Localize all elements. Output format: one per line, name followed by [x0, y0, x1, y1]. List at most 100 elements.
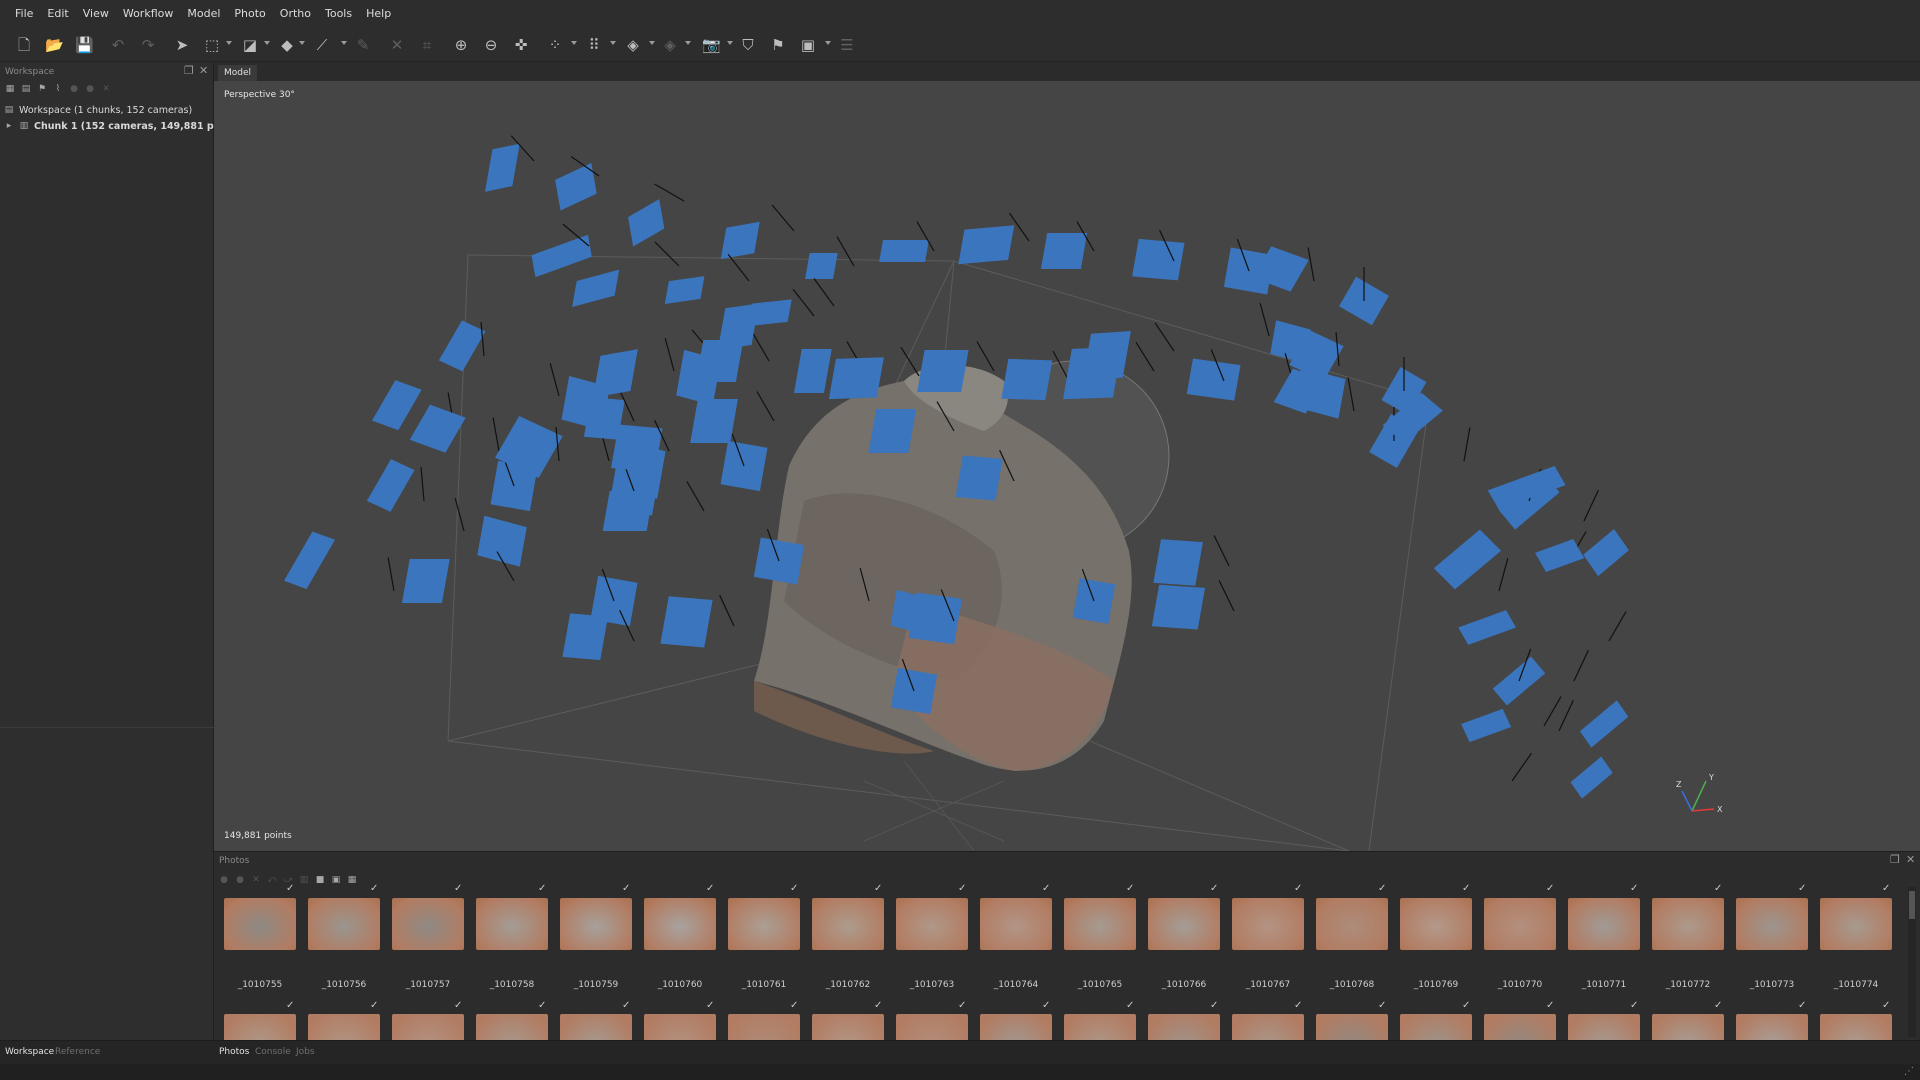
photo-thumbnail[interactable] — [644, 1014, 716, 1040]
camera-plane[interactable] — [1583, 528, 1629, 577]
cursor-icon[interactable]: ➤ — [173, 36, 191, 54]
view-mode-icon[interactable]: ▦ — [347, 875, 357, 885]
camera-plane[interactable] — [1579, 700, 1629, 748]
photo-thumbnail[interactable] — [560, 1014, 632, 1040]
photo-thumbnail[interactable] — [1568, 1014, 1640, 1040]
mask-icon[interactable]: ■ — [315, 875, 325, 885]
camera-plane[interactable] — [583, 397, 625, 440]
open-folder-icon[interactable]: 📂 — [45, 36, 64, 54]
close-icon[interactable]: ✕ — [199, 64, 208, 77]
photo-thumbnail[interactable] — [392, 898, 464, 950]
menu-ortho[interactable]: Ortho — [273, 0, 318, 28]
photo-thumbnail[interactable] — [1484, 898, 1556, 950]
close-icon[interactable]: ✕ — [1906, 853, 1915, 866]
shape-tool-icon[interactable]: ◪ — [241, 36, 259, 54]
camera-plane[interactable] — [660, 596, 713, 648]
pencil-icon[interactable]: ✎ — [354, 36, 372, 54]
new-document-icon[interactable]: 🗋 — [15, 36, 33, 54]
expand-arrow-icon[interactable]: ▸ — [4, 121, 14, 131]
camera-plane[interactable] — [868, 409, 917, 453]
photo-thumbnail[interactable] — [896, 1014, 968, 1040]
camera-plane[interactable] — [690, 399, 738, 443]
scrollbar-thumb[interactable] — [1909, 891, 1915, 919]
camera-plane[interactable] — [879, 240, 929, 262]
camera-plane[interactable] — [828, 357, 884, 400]
camera-plane[interactable] — [562, 613, 608, 661]
menu-edit[interactable]: Edit — [40, 0, 75, 28]
shield-icon[interactable]: ⛉ — [739, 36, 757, 54]
photo-thumbnail[interactable] — [560, 898, 632, 950]
rectangle-select-icon[interactable]: ⬚ — [203, 36, 221, 54]
disable-camera-icon[interactable]: ● — [235, 875, 245, 885]
remove-item-icon[interactable]: ✕ — [101, 84, 111, 94]
photos-scrollbar[interactable] — [1908, 887, 1916, 1037]
camera-plane[interactable] — [1458, 610, 1516, 645]
image-view-icon[interactable]: ▣ — [799, 36, 817, 54]
point-cloud-icon[interactable]: ⁘ — [546, 36, 564, 54]
camera-plane[interactable] — [720, 221, 760, 260]
region-icon[interactable]: ☰ — [838, 36, 856, 54]
camera-plane[interactable] — [1535, 539, 1585, 572]
camera-plane[interactable] — [409, 404, 466, 453]
rotate-left-icon[interactable]: ⤺ — [267, 875, 277, 885]
photo-thumbnail[interactable] — [1736, 898, 1808, 950]
camera-plane[interactable] — [955, 455, 1003, 501]
photo-thumbnail[interactable] — [1652, 898, 1724, 950]
undo-icon[interactable]: ↶ — [109, 36, 127, 54]
tab-photos[interactable]: Photos — [219, 1047, 249, 1057]
tab-jobs[interactable]: Jobs — [296, 1047, 315, 1057]
photo-thumbnail[interactable] — [1316, 898, 1388, 950]
photo-thumbnail[interactable] — [1568, 898, 1640, 950]
photo-thumbnail[interactable] — [476, 1014, 548, 1040]
model-viewport[interactable]: Z Y X Perspective 30° 149,881 points — [214, 81, 1920, 851]
camera-plane[interactable] — [1570, 756, 1613, 799]
disable-icon[interactable]: ● — [85, 84, 95, 94]
menu-view[interactable]: View — [76, 0, 116, 28]
photo-thumbnail[interactable] — [1400, 898, 1472, 950]
menu-file[interactable]: File — [8, 0, 40, 28]
photo-thumbnail[interactable] — [476, 898, 548, 950]
camera-plane[interactable] — [1001, 358, 1053, 401]
camera-plane[interactable] — [1461, 708, 1512, 743]
camera-plane[interactable] — [438, 320, 486, 372]
camera-plane[interactable] — [602, 491, 654, 531]
camera-plane[interactable] — [627, 199, 665, 247]
add-marker-icon[interactable]: ⚑ — [37, 84, 47, 94]
tab-reference[interactable]: Reference — [55, 1047, 100, 1057]
texture-icon[interactable]: ◈ — [661, 36, 679, 54]
photo-thumbnail[interactable] — [812, 898, 884, 950]
photo-thumbnail[interactable] — [1232, 898, 1304, 950]
add-scalebar-icon[interactable]: ⌇ — [53, 84, 63, 94]
tab-model[interactable]: Model — [218, 65, 258, 81]
resize-grip-icon[interactable]: ⋰ — [1904, 1066, 1914, 1077]
menu-tools[interactable]: Tools — [318, 0, 359, 28]
add-chunk-icon[interactable]: ▦ — [5, 84, 15, 94]
camera-plane[interactable] — [1062, 347, 1122, 400]
photo-thumbnail[interactable] — [980, 1014, 1052, 1040]
camera-icon[interactable]: 📷 — [702, 36, 721, 54]
camera-plane[interactable] — [1433, 529, 1502, 590]
photo-thumbnail[interactable] — [1736, 1014, 1808, 1040]
photo-thumbnail[interactable] — [1400, 1014, 1472, 1040]
add-photos-icon[interactable]: ▤ — [21, 84, 31, 94]
camera-plane[interactable] — [284, 531, 335, 589]
menu-help[interactable]: Help — [359, 0, 398, 28]
tab-console[interactable]: Console — [255, 1047, 291, 1057]
camera-plane[interactable] — [372, 380, 422, 431]
zoom-in-icon[interactable]: ⊕ — [452, 36, 470, 54]
mesh-icon[interactable]: ◈ — [624, 36, 642, 54]
photo-thumbnail[interactable] — [1232, 1014, 1304, 1040]
enable-icon[interactable]: ● — [69, 84, 79, 94]
photo-thumbnail[interactable] — [1148, 898, 1220, 950]
camera-plane[interactable] — [717, 303, 759, 350]
photo-thumbnail[interactable] — [308, 1014, 380, 1040]
undock-icon[interactable]: ❐ — [184, 64, 194, 77]
photo-thumbnail[interactable] — [308, 898, 380, 950]
camera-plane[interactable] — [477, 515, 527, 567]
crop-icon[interactable]: ⌗ — [418, 36, 436, 54]
camera-plane[interactable] — [1186, 358, 1241, 401]
camera-plane[interactable] — [401, 559, 450, 603]
photo-thumbnail[interactable] — [1820, 1014, 1892, 1040]
menu-photo[interactable]: Photo — [227, 0, 272, 28]
reset-view-icon[interactable]: ✜ — [512, 36, 530, 54]
